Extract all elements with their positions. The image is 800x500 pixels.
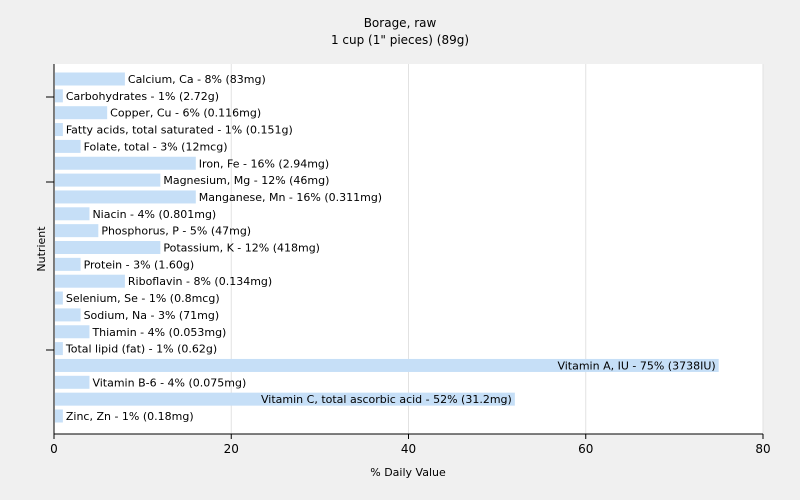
bar-label-11: Protein - 3% (1.60g) xyxy=(84,258,195,271)
bar-label-3: Fatty acids, total saturated - 1% (0.151… xyxy=(66,124,293,137)
bar-label-7: Manganese, Mn - 16% (0.311mg) xyxy=(199,191,382,204)
bar-6 xyxy=(55,173,161,187)
x-tick-label-3: 60 xyxy=(578,442,593,456)
bar-9 xyxy=(55,224,99,238)
bar-4 xyxy=(55,139,81,153)
bar-1 xyxy=(55,89,63,103)
bar-5 xyxy=(55,156,196,170)
bar-label-6: Magnesium, Mg - 12% (46mg) xyxy=(163,174,329,187)
x-tick-label-0: 0 xyxy=(50,442,58,456)
bar-0 xyxy=(55,72,125,86)
bar-label-15: Thiamin - 4% (0.053mg) xyxy=(91,326,226,339)
bar-label-1: Carbohydrates - 1% (2.72g) xyxy=(66,90,219,103)
y-axis-label: Nutrient xyxy=(35,226,48,272)
x-tick-label-4: 80 xyxy=(755,442,770,456)
bar-7 xyxy=(55,190,196,204)
bar-label-5: Iron, Fe - 16% (2.94mg) xyxy=(199,157,329,170)
x-tick-label-1: 20 xyxy=(224,442,239,456)
bar-label-8: Niacin - 4% (0.801mg) xyxy=(92,208,216,221)
bar-label-12: Riboflavin - 8% (0.134mg) xyxy=(128,275,272,288)
bar-16 xyxy=(55,342,63,356)
bar-18 xyxy=(55,375,90,389)
bar-label-18: Vitamin B-6 - 4% (0.075mg) xyxy=(92,376,246,389)
bar-11 xyxy=(55,257,81,271)
bar-13 xyxy=(55,291,63,305)
bar-12 xyxy=(55,274,125,288)
bar-label-2: Copper, Cu - 6% (0.116mg) xyxy=(110,107,261,120)
bar-10 xyxy=(55,241,161,254)
bar-label-17: Vitamin A, IU - 75% (3738IU) xyxy=(557,359,715,372)
bar-label-4: Folate, total - 3% (12mcg) xyxy=(84,140,228,153)
chart-title: Borage, raw xyxy=(364,16,437,30)
bar-label-20: Zinc, Zn - 1% (0.18mg) xyxy=(66,410,194,423)
bar-label-10: Potassium, K - 12% (418mg) xyxy=(163,242,320,255)
bar-3 xyxy=(55,123,63,137)
chart-subtitle: 1 cup (1" pieces) (89g) xyxy=(331,33,469,47)
nutrient-bar-chart: Calcium, Ca - 8% (83mg) Carbohydrates - 1… xyxy=(0,0,800,500)
bar-label-9: Phosphorus, P - 5% (47mg) xyxy=(101,225,251,238)
x-axis-label: % Daily Value xyxy=(370,466,446,479)
bar-label-0: Calcium, Ca - 8% (83mg) xyxy=(128,73,266,86)
bar-label-13: Selenium, Se - 1% (0.8mcg) xyxy=(66,292,220,305)
bar-8 xyxy=(55,207,90,221)
bar-label-19: Vitamin C, total ascorbic acid - 52% (31… xyxy=(261,393,512,406)
bar-14 xyxy=(55,308,81,322)
bar-15 xyxy=(55,325,90,339)
bar-20 xyxy=(55,409,63,423)
bar-label-14: Sodium, Na - 3% (71mg) xyxy=(84,309,220,322)
bar-2 xyxy=(55,106,108,120)
bar-label-16: Total lipid (fat) - 1% (0.62g) xyxy=(65,343,217,356)
x-tick-label-2: 40 xyxy=(401,442,416,456)
